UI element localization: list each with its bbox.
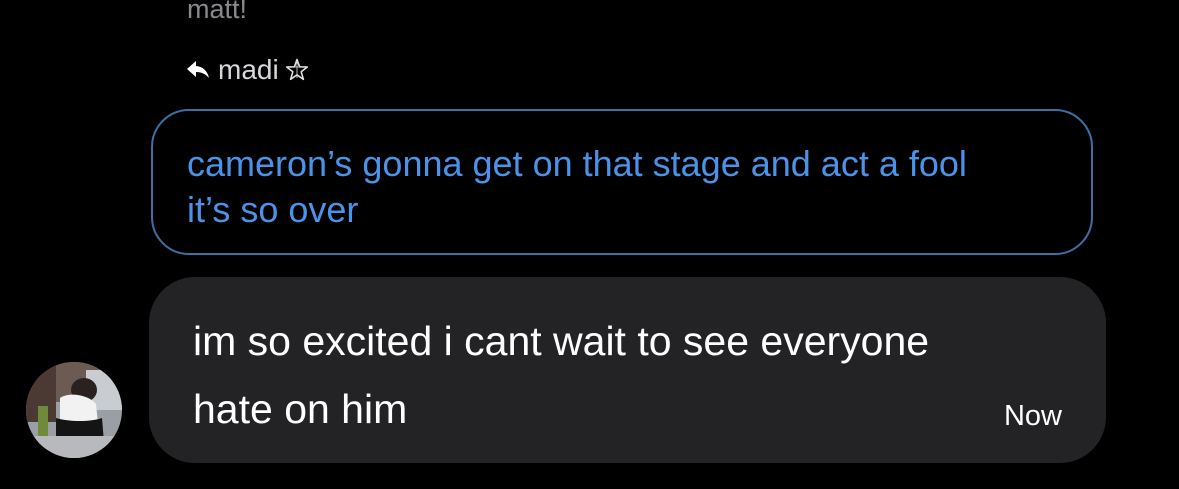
- quoted-message-text: cameron’s gonna get on that stage and ac…: [187, 143, 967, 230]
- avatar[interactable]: [26, 362, 122, 458]
- message-bubble[interactable]: im so excited i cant wait to see everyon…: [149, 277, 1106, 463]
- reply-context-header[interactable]: madi: [186, 52, 309, 88]
- message-timestamp: Now: [1003, 400, 1062, 432]
- reply-to-name: madi: [218, 54, 279, 85]
- message-text: im so excited i cant wait to see everyon…: [193, 318, 930, 432]
- quoted-message-bubble[interactable]: cameron’s gonna get on that stage and ac…: [151, 109, 1093, 255]
- star-icon: [285, 58, 309, 82]
- previous-sender-name: matt!: [187, 0, 248, 24]
- reply-arrow-icon: [186, 60, 210, 80]
